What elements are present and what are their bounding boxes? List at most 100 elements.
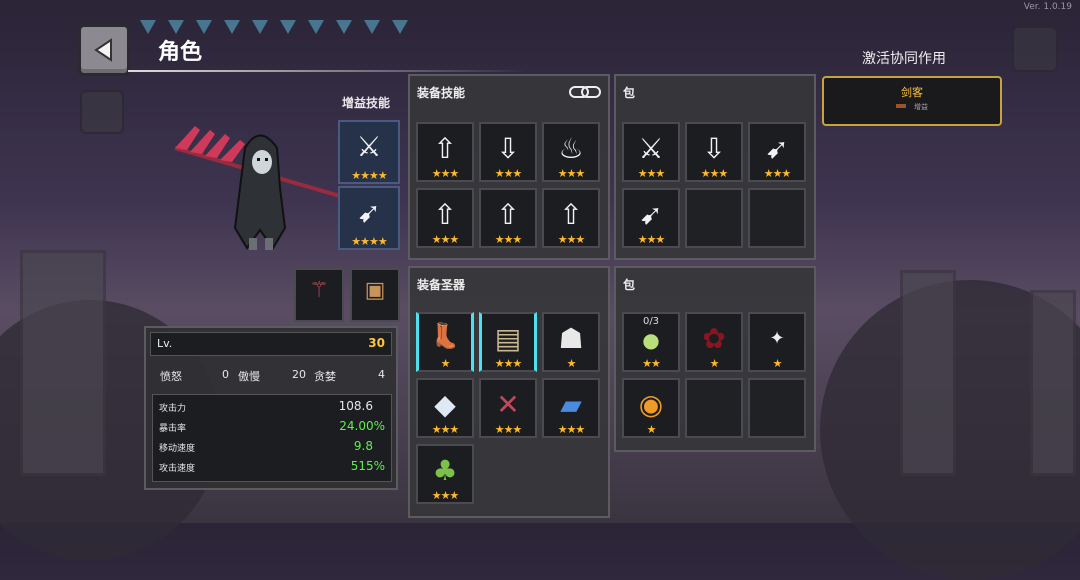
arrow-up-icon: ⇧ xyxy=(559,198,583,231)
equipped-skill-slot[interactable]: ⇩ ★★★ xyxy=(479,122,537,182)
gem-icon xyxy=(308,20,324,34)
star-rating: ★★★ xyxy=(557,233,586,246)
bag-relic-slot[interactable]: 0/3 ● ★★ xyxy=(622,312,680,372)
equipped-skill-slot[interactable]: ♨ ★★★ xyxy=(542,122,600,182)
empty-slot[interactable] xyxy=(685,378,743,438)
attack-label: 攻击力 xyxy=(159,404,187,414)
equipped-skills-panel: 装备技能 ⇧ ★★★ ⇩ ★★★ ♨ ★★★ ⇧ ★★★ ⇧ ★★★ ⇧ ★★★ xyxy=(408,74,610,260)
greed-value: 4 xyxy=(378,368,385,381)
empty-slot[interactable] xyxy=(748,378,806,438)
star-rating: ★★★★ xyxy=(351,169,387,182)
buff-skill-slot[interactable]: ⚔ ★★★★ xyxy=(338,120,400,184)
relic-count: 0/3 xyxy=(642,316,660,327)
star-rating: ★★ xyxy=(642,357,661,370)
scythe-icon: ⚚ xyxy=(309,278,329,303)
sword-wing-icon: ⚔ xyxy=(356,130,382,163)
equipped-relic-slot[interactable]: ▤ ★★★ xyxy=(479,312,537,372)
bag-relic-slot[interactable]: ◉ ★ xyxy=(622,378,680,438)
armor-slot[interactable]: ▣ xyxy=(350,268,400,322)
star-rating: ★★★ xyxy=(763,167,792,180)
sparkle-icon: ✦ xyxy=(769,328,785,349)
move-speed-value: 9.8 xyxy=(353,439,373,453)
background-rock xyxy=(20,250,106,476)
equipped-skill-slot[interactable]: ⇧ ★★★ xyxy=(542,188,600,248)
empty-slot[interactable] xyxy=(685,188,743,248)
equipped-relic-slot[interactable]: ◆ ★★★ xyxy=(416,378,474,438)
dish-icon: ♨ xyxy=(558,132,584,165)
side-menu-button[interactable] xyxy=(80,90,124,134)
equipped-relic-slot[interactable]: ▰ ★★★ xyxy=(542,378,600,438)
empty-slot[interactable] xyxy=(748,188,806,248)
arrow-down-icon: ⇩ xyxy=(496,132,520,165)
back-button[interactable] xyxy=(78,24,130,76)
equipped-relics-panel: 装备圣器 👢 ★ ▤ ★★★ ☗ ★ ◆ ★★★ ✕ ★★★ ▰ ★★★ ♣ ★★★ xyxy=(408,266,610,518)
star-rating: ★ xyxy=(566,357,577,370)
fox-mask-icon: ☗ xyxy=(558,322,584,355)
star-rating: ★★★ xyxy=(557,423,586,436)
synergy-card[interactable]: 剑客 增益 xyxy=(822,76,1002,126)
version-label: Ver. 1.0.19 xyxy=(1023,2,1072,12)
bag-skill-slot[interactable]: ⚔ ★★★ xyxy=(622,122,680,182)
star-rating: ★★★ xyxy=(494,233,523,246)
pride-label: 傲慢 xyxy=(238,370,260,383)
star-rating: ★★★ xyxy=(494,167,523,180)
gem-icon xyxy=(224,20,240,34)
chain-link-icon[interactable] xyxy=(568,82,602,102)
attack-speed-label: 攻击速度 xyxy=(159,464,196,474)
buff-skill-slot[interactable]: ➹ ★★★★ xyxy=(338,186,400,250)
sword-wing-icon: ⚔ xyxy=(638,132,664,165)
attack-speed-value: 515% xyxy=(350,459,385,473)
star-rating: ★ xyxy=(646,423,657,436)
crit-label: 暴击率 xyxy=(159,424,187,434)
equipped-relic-slot[interactable]: ☗ ★ xyxy=(542,312,600,372)
gem-icon xyxy=(196,20,212,34)
crossbow-icon: ✕ xyxy=(496,388,520,421)
bag-skill-slot[interactable]: ⇩ ★★★ xyxy=(685,122,743,182)
stats-panel: Lv. 30 愤怒 0 傲慢 20 贪婪 4 攻击力 108.6 暴击率 24.… xyxy=(144,326,398,490)
equipped-relic-slot[interactable]: 👢 ★ xyxy=(416,312,474,372)
star-rating: ★★★ xyxy=(431,233,460,246)
bag-relic-slot[interactable]: ✿ ★ xyxy=(685,312,743,372)
arrow-boot-icon: ➹ xyxy=(765,132,789,165)
level-value: 30 xyxy=(368,336,385,350)
star-rating: ★★★ xyxy=(637,233,666,246)
star-rating: ★★★ xyxy=(431,423,460,436)
title-underline xyxy=(128,70,528,72)
skill-bag-title: 包 xyxy=(623,86,636,100)
move-speed-label: 移动速度 xyxy=(159,444,196,454)
synergy-title: 激活协同作用 xyxy=(862,51,946,67)
synergy-name: 剑客 xyxy=(901,86,923,99)
scroll-icon: ▤ xyxy=(494,322,522,355)
equipped-skill-slot[interactable]: ⇧ ★★★ xyxy=(416,188,474,248)
skill-bag-panel: 包 ⚔ ★★★ ⇩ ★★★ ➹ ★★★ ➹ ★★★ xyxy=(614,74,816,260)
arrow-up-icon: ⇧ xyxy=(433,132,457,165)
character-sprite xyxy=(174,126,341,250)
gem-icon xyxy=(140,20,156,34)
gem-icon xyxy=(168,20,184,34)
arrow-up-icon: ⇧ xyxy=(433,198,457,231)
bag-skill-slot[interactable]: ➹ ★★★ xyxy=(622,188,680,248)
equipped-relics-title: 装备圣器 xyxy=(417,278,466,292)
equipped-skill-slot[interactable]: ⇧ ★★★ xyxy=(479,188,537,248)
star-rating: ★★★ xyxy=(494,357,523,370)
back-arrow-icon xyxy=(94,38,112,62)
gem-icon xyxy=(252,20,268,34)
star-rating: ★★★ xyxy=(494,423,523,436)
star-rating: ★ xyxy=(772,357,783,370)
gem-icon xyxy=(336,20,352,34)
pride-value: 20 xyxy=(292,368,306,381)
equipped-relic-slot[interactable]: ♣ ★★★ xyxy=(416,444,474,504)
level-bar: Lv. 30 xyxy=(150,332,392,356)
orange-orb-icon: ◉ xyxy=(638,388,664,421)
top-right-button[interactable] xyxy=(1012,26,1058,72)
equipped-skill-slot[interactable]: ⇧ ★★★ xyxy=(416,122,474,182)
anger-label: 愤怒 xyxy=(160,370,182,383)
bag-relic-slot[interactable]: ✦ ★ xyxy=(748,312,806,372)
equipped-relic-slot[interactable]: ✕ ★★★ xyxy=(479,378,537,438)
gem-icon xyxy=(392,20,408,34)
weapon-slot[interactable]: ⚚ xyxy=(294,268,344,322)
attack-value: 108.6 xyxy=(338,399,373,413)
bag-skill-slot[interactable]: ➹ ★★★ xyxy=(748,122,806,182)
book-icon: ▰ xyxy=(560,388,582,421)
gem-icon xyxy=(364,20,380,34)
